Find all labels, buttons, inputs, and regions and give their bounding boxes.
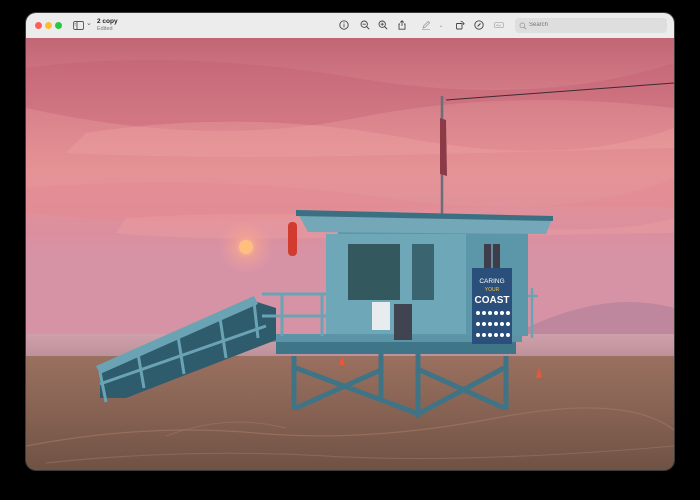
minimize-button[interactable] — [45, 21, 52, 29]
search-input[interactable] — [529, 22, 659, 28]
info-button[interactable] — [338, 19, 350, 31]
zoom-out-button[interactable] — [359, 19, 371, 31]
share-icon — [398, 20, 406, 30]
search-icon — [519, 22, 527, 30]
sidebar-toggle-button[interactable] — [73, 20, 85, 30]
rotate-button[interactable] — [454, 19, 466, 31]
close-button[interactable] — [35, 21, 42, 29]
photo-lifeguard-tower: CARING YOUR COAST — [26, 38, 674, 470]
markup-circle-icon — [474, 20, 484, 30]
chevron-down-icon[interactable]: ⌄ — [86, 19, 92, 27]
zoom-out-icon — [360, 20, 370, 30]
zoom-in-button[interactable] — [377, 19, 389, 31]
svg-text:YOUR: YOUR — [485, 287, 500, 293]
info-icon — [339, 20, 349, 30]
markup-button[interactable] — [420, 19, 432, 31]
title-bar: ⌄ 2 copy Edited ⌄ — [26, 13, 674, 39]
zoom-in-icon — [378, 20, 388, 30]
sidebar-icon — [73, 20, 84, 30]
svg-text:CARING: CARING — [479, 278, 504, 285]
chevron-down-icon[interactable]: ⌄ — [435, 19, 447, 31]
document-status: Edited — [97, 25, 113, 32]
signature-button[interactable] — [493, 19, 505, 31]
document-title[interactable]: 2 copy — [97, 18, 118, 25]
search-field[interactable] — [515, 18, 667, 33]
zoom-button[interactable] — [55, 21, 62, 29]
share-button[interactable] — [396, 19, 408, 31]
rotate-icon — [456, 21, 465, 30]
markup-toolbar-button[interactable] — [473, 19, 485, 31]
edit-signature-icon — [494, 22, 504, 29]
svg-text:COAST: COAST — [475, 295, 510, 306]
preview-window: ⌄ 2 copy Edited ⌄ Search CARING YOUR COA… — [26, 13, 674, 470]
markup-pen-icon — [422, 20, 431, 30]
